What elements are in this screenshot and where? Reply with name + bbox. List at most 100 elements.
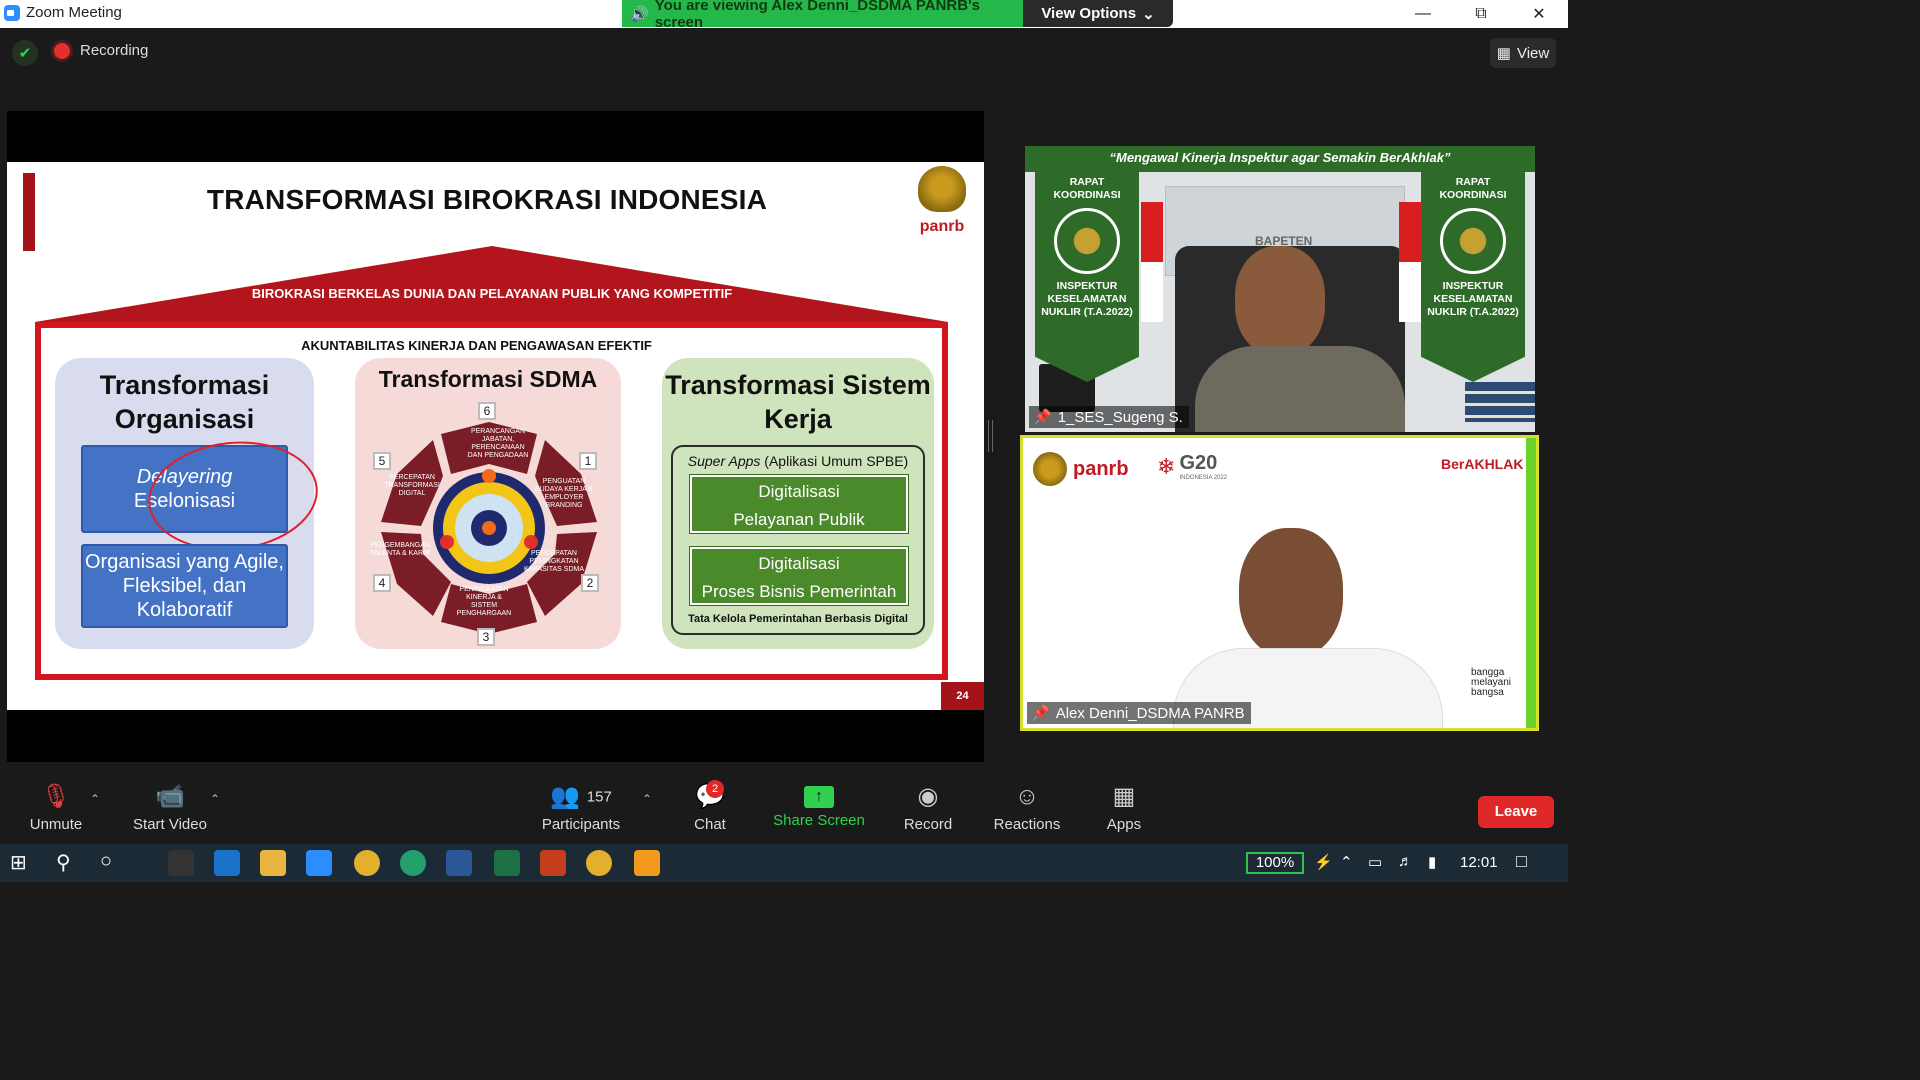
video-tile-alex[interactable]: panrb ❄ G20 INDONESIA 2022 BerAKHLAK ban… [1020, 435, 1539, 731]
participant-name-label: 📌 1_SES_Sugeng S. [1029, 406, 1189, 428]
start-video-button[interactable]: 📹 Start Video [128, 782, 212, 833]
step-text-2: PERCEPATAN PENINGKATAN KAPASITAS SDMA [523, 550, 585, 573]
participant-name: 1_SES_Sugeng S. [1057, 408, 1183, 426]
chevron-down-icon: ⌄ [1142, 5, 1155, 23]
unmute-label: Unmute [29, 816, 83, 833]
chrome-icon[interactable] [354, 850, 380, 876]
start-video-label: Start Video [133, 816, 207, 833]
step-number-1: 1 [579, 452, 597, 470]
record-button[interactable]: ◉ Record [900, 782, 956, 833]
share-screen-button[interactable]: ↑ Share Screen [772, 782, 866, 829]
meeting-info-bar: ✔ Recording ▦ View [0, 28, 1568, 78]
pillar-title: Transformasi Sistem Kerja [665, 370, 931, 434]
step-number-6: 6 [478, 402, 496, 420]
file-explorer-icon[interactable] [260, 850, 286, 876]
g20-emblem-icon: ❄ [1157, 453, 1176, 479]
video-tile-sugeng[interactable]: BAPETEN “Mengawal Kinerja Inspektur agar… [1025, 146, 1535, 432]
muted-microphone-icon: 🎙 [40, 783, 72, 810]
pillar-title: Transformasi SDMA [378, 366, 598, 392]
audio-options-caret[interactable]: ⌃ [90, 792, 100, 806]
participants-options-caret[interactable]: ⌃ [642, 792, 652, 806]
chevron-up-icon[interactable]: ⌃ [1340, 853, 1353, 871]
minimize-button[interactable]: — [1394, 0, 1452, 28]
pennant-left: RAPAT KOORDINASI INSPEKTUR KESELAMATAN N… [1035, 172, 1139, 382]
box-line2: Proses Bisnis Pemerintah [701, 582, 897, 601]
powerpoint-icon[interactable] [540, 850, 566, 876]
participant-name-label: 📌 Alex Denni_DSDMA PANRB [1027, 702, 1251, 724]
participant-body [1195, 346, 1405, 432]
recording-indicator[interactable]: Recording [54, 42, 148, 59]
power-plug-icon[interactable]: ⚡ [1314, 853, 1333, 871]
pin-icon: 📌 [1033, 409, 1052, 426]
digital-governance-footer: Tata Kelola Pemerintahan Berbasis Digita… [688, 613, 908, 625]
participants-button[interactable]: 👥 157 Participants [538, 782, 624, 833]
step-number-2: 2 [581, 574, 599, 592]
super-apps-heading: Super Apps (Aplikasi Umum SPBE) [673, 453, 923, 469]
super-apps-italic: Super Apps [687, 453, 761, 469]
super-apps-frame: Super Apps (Aplikasi Umum SPBE) Digitali… [671, 445, 925, 635]
center-dot [482, 521, 496, 535]
grid-icon: ▦ [1496, 45, 1511, 62]
step-text-5: PERCEPATAN TRANSFORMASI DIGITAL [384, 474, 440, 497]
pillar-organisasi: Transformasi Organisasi Delayering Eselo… [55, 358, 324, 649]
battery-icon[interactable]: ▮ [1428, 853, 1436, 871]
windows-start-icon[interactable]: ⊞ [10, 850, 27, 875]
box-line2: Pelayanan Publik [733, 510, 865, 529]
participant-figure [1235, 246, 1325, 356]
davinci-icon[interactable] [168, 850, 194, 876]
g20-logo: ❄ G20 INDONESIA 2022 [1157, 452, 1227, 481]
reactions-label: Reactions [993, 816, 1061, 833]
accountability-label: AKUNTABILITAS KINERJA DAN PENGAWASAN EFE… [301, 338, 652, 353]
app-icon-orange[interactable] [634, 850, 660, 876]
volume-icon[interactable]: ♬ [1398, 853, 1413, 870]
battery-indicator[interactable]: 100% [1246, 852, 1304, 874]
video-options-caret[interactable]: ⌃ [210, 792, 220, 806]
pillar-sistem-kerja: Transformasi Sistem Kerja Super Apps (Ap… [662, 358, 934, 649]
close-window-button[interactable]: ✕ [1510, 0, 1568, 28]
slide-page-number: 24 [941, 682, 984, 710]
app-title-area: Zoom Meeting [4, 4, 122, 21]
pillar-title: Transformasi Organisasi [99, 370, 270, 434]
search-icon[interactable]: ⚲ [56, 850, 71, 875]
notifications-icon[interactable]: □ [1516, 851, 1527, 872]
berakhlak-logo: BerAKHLAK [1441, 456, 1524, 472]
panrb-logo-text: panrb [1073, 457, 1129, 480]
chrome-icon-2[interactable] [586, 850, 612, 876]
view-layout-button[interactable]: ▦ View [1490, 38, 1556, 68]
house-frame: AKUNTABILITAS KINERJA DAN PENGAWASAN EFE… [35, 322, 948, 680]
unmute-button[interactable]: 🎙 Unmute [26, 782, 86, 833]
chat-button[interactable]: 💬 2 Chat [690, 780, 730, 833]
chat-unread-badge: 2 [706, 780, 724, 798]
box-line1: Digitalisasi [758, 482, 840, 501]
connector-dot-right [524, 535, 538, 549]
view-options-button[interactable]: View Options ⌄ [1023, 0, 1173, 27]
security-shield-icon[interactable]: ✔ [12, 40, 38, 66]
reactions-button[interactable]: ☺ Reactions [990, 782, 1064, 833]
reactions-icon: ☺ [1014, 783, 1040, 810]
apps-button[interactable]: ▦ Apps [1102, 782, 1146, 833]
connector-dot-top [482, 469, 496, 483]
zoom-app-icon[interactable] [306, 850, 332, 876]
word-icon[interactable] [446, 850, 472, 876]
presentation-slide: TRANSFORMASI BIROKRASI INDONESIA panrb B… [7, 162, 984, 710]
clock[interactable]: 12:01 [1460, 854, 1498, 871]
edge-icon[interactable] [400, 850, 426, 876]
super-apps-rest: (Aplikasi Umum SPBE) [760, 453, 909, 469]
recording-dot-icon [54, 42, 70, 59]
excel-icon[interactable] [494, 850, 520, 876]
apps-label: Apps [1106, 816, 1142, 833]
digital-public-service-box: Digitalisasi Pelayanan Publik [689, 474, 909, 534]
share-screen-label: Share Screen [773, 812, 865, 829]
pennant-bottom-text: INSPEKTUR KESELAMATAN NUKLIR (T.A.2022) [1427, 280, 1519, 318]
restore-button[interactable]: ⧉ [1452, 0, 1510, 28]
splitter-handle[interactable] [988, 420, 993, 452]
participants-icon-row: 👥 157 [538, 782, 624, 812]
leave-button[interactable]: Leave [1478, 796, 1554, 828]
participant-figure [1239, 528, 1343, 658]
mail-icon[interactable] [214, 850, 240, 876]
task-view-icon[interactable]: ○ [100, 850, 112, 873]
step-number-3: 3 [477, 628, 495, 646]
network-icon[interactable]: ▭ [1368, 853, 1382, 871]
share-screen-icon: ↑ [804, 786, 834, 808]
step-text-4: PENGEMBANGAN TALENTA & KARIR [369, 542, 431, 557]
